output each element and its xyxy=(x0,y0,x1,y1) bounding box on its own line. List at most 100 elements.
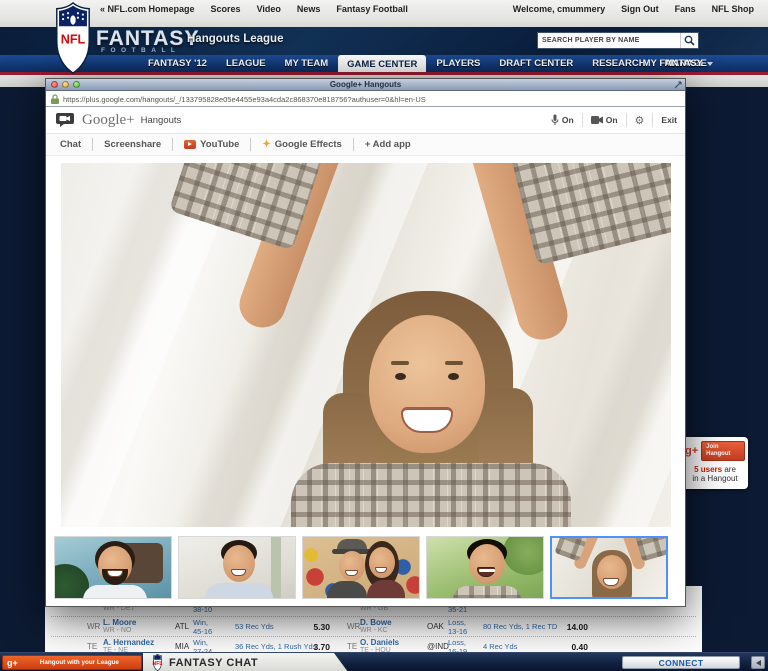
gplus-icon: g+ xyxy=(685,445,698,457)
divider xyxy=(92,138,93,151)
hangout-users-count: 5 users are xyxy=(685,465,745,474)
join-hangout-card: g+ Join Hangout 5 users are in a Hangout xyxy=(682,437,748,489)
browser-url-bar[interactable]: https://plus.google.com/hangouts/_/13379… xyxy=(46,92,685,107)
player-name-link[interactable]: D. Bowe xyxy=(360,618,392,627)
search-input[interactable] xyxy=(538,33,680,48)
fantasy-chat-tab[interactable]: NFL FANTASY CHAT xyxy=(143,653,348,671)
link-fans[interactable]: Fans xyxy=(675,4,696,27)
result-score[interactable]: 13-16 xyxy=(448,627,467,636)
player-sub: WR - KC xyxy=(360,627,388,634)
nav-draft-center[interactable]: DRAFT CENTER xyxy=(499,58,573,69)
hangout-tab-bar: Chat Screenshare YouTube Google Effects … xyxy=(46,133,685,156)
camera-status-label: On xyxy=(606,115,618,125)
settings-gear-icon[interactable] xyxy=(635,114,645,127)
participant-thumbnail-2[interactable] xyxy=(178,536,296,599)
exit-button[interactable]: Exit xyxy=(661,115,677,125)
participant-filmstrip xyxy=(46,534,685,601)
tab-screenshare[interactable]: Screenshare xyxy=(104,139,161,150)
tab-add-app[interactable]: + Add app xyxy=(365,139,411,150)
google-plus-logo[interactable]: Google+ xyxy=(82,112,135,129)
fantasy-chat-label: FANTASY CHAT xyxy=(169,657,258,669)
stats-cell: 4 Rec Yds xyxy=(483,642,517,651)
hangout-av-controls: On On Exit xyxy=(551,107,677,133)
search-icon xyxy=(684,35,695,46)
url-text: https://plus.google.com/hangouts/_/13379… xyxy=(63,95,426,104)
connect-button[interactable]: CONNECT xyxy=(622,656,740,669)
main-video-feed[interactable] xyxy=(61,163,671,527)
link-scores[interactable]: Scores xyxy=(211,4,241,27)
utility-bar: « NFL.com Homepage Scores Video News Fan… xyxy=(0,0,768,27)
participant-thumbnail-1[interactable] xyxy=(54,536,172,599)
player-name-link[interactable]: L. Moore xyxy=(103,618,136,627)
nfl-fantasy-page: « NFL.com Homepage Scores Video News Fan… xyxy=(0,0,768,671)
window-title: Google+ Hangouts xyxy=(46,80,685,89)
result-cell[interactable]: Loss, xyxy=(448,638,466,647)
nav-league[interactable]: LEAGUE xyxy=(226,58,266,69)
nav-fantasy-12[interactable]: FANTASY '12 xyxy=(148,58,207,69)
opponent-cell: ATL xyxy=(175,622,189,631)
divider xyxy=(582,113,583,127)
points-cell: 14.00 xyxy=(546,622,588,632)
svg-text:NFL: NFL xyxy=(61,32,86,46)
result-cell[interactable]: Loss, xyxy=(448,618,466,627)
users-count-text: are xyxy=(724,465,736,474)
link-nfl-homepage[interactable]: « NFL.com Homepage xyxy=(100,4,195,27)
position-cell: WR xyxy=(347,622,360,631)
resize-icon[interactable] xyxy=(674,81,682,89)
youtube-icon xyxy=(184,140,196,149)
nfl-shield-logo[interactable]: NFL xyxy=(55,2,91,74)
tab-google-effects[interactable]: Google Effects xyxy=(262,139,341,150)
my-fantasy-label: MY FANTASY xyxy=(643,58,703,69)
hangout-app-bar: Google+ Hangouts On On xyxy=(46,107,685,133)
link-nfl-shop[interactable]: NFL Shop xyxy=(712,4,754,27)
tab-youtube[interactable]: YouTube xyxy=(184,139,239,150)
participant-thumbnail-self[interactable] xyxy=(550,536,668,599)
nav-my-fantasy[interactable]: MY FANTASY xyxy=(643,58,713,69)
nav-research[interactable]: RESEARCH xyxy=(592,58,645,69)
hangout-with-league-button[interactable]: g+ Hangout with your League xyxy=(2,655,142,670)
result-cell[interactable]: Win, xyxy=(193,638,208,647)
fantasy-brand-subtitle: FOOTBALL xyxy=(101,47,180,54)
utility-links-left: « NFL.com Homepage Scores Video News Fan… xyxy=(100,4,408,27)
nfl-shield-small-icon: NFL xyxy=(151,654,164,671)
participant-thumbnail-4[interactable] xyxy=(426,536,544,599)
tab-youtube-label: YouTube xyxy=(200,139,239,150)
player-name-link[interactable]: A. Hernandez xyxy=(103,638,154,647)
participant-thumbnail-3[interactable] xyxy=(302,536,420,599)
lock-icon xyxy=(51,94,59,104)
hangouts-app-icon xyxy=(56,113,74,127)
tab-chat[interactable]: Chat xyxy=(60,139,81,150)
result-cell[interactable]: Win, xyxy=(193,618,208,627)
microphone-toggle[interactable]: On xyxy=(551,114,574,126)
tab-google-effects-label: Google Effects xyxy=(275,139,342,150)
footer-chat-bar: g+ Hangout with your League NFL FANTASY … xyxy=(0,652,768,671)
link-news[interactable]: News xyxy=(297,4,321,27)
points-cell: 0.40 xyxy=(546,642,588,652)
camera-toggle[interactable]: On xyxy=(591,115,618,125)
result-score[interactable]: 45-16 xyxy=(193,627,212,636)
video-subject xyxy=(509,163,671,266)
microphone-icon xyxy=(551,114,559,126)
users-count-number: 5 users xyxy=(694,465,722,474)
link-fantasy-football[interactable]: Fantasy Football xyxy=(336,4,408,27)
search-button[interactable] xyxy=(680,33,698,48)
sparkle-icon xyxy=(262,139,270,150)
nav-players[interactable]: PLAYERS xyxy=(436,58,480,69)
position-cell: TE xyxy=(347,642,357,651)
hangout-with-league-label: Hangout with your League xyxy=(22,659,137,666)
divider xyxy=(626,113,627,127)
player-search xyxy=(537,32,699,49)
nav-my-team[interactable]: MY TEAM xyxy=(285,58,329,69)
hangout-window: Google+ Hangouts https://plus.google.com… xyxy=(45,78,686,607)
row-divider xyxy=(51,636,696,637)
divider xyxy=(652,113,653,127)
collapse-chat-button[interactable] xyxy=(751,656,765,669)
divider xyxy=(172,138,173,151)
divider xyxy=(250,138,251,151)
join-hangout-button[interactable]: Join Hangout xyxy=(701,441,745,461)
player-name-link[interactable]: O. Daniels xyxy=(360,638,399,647)
link-sign-out[interactable]: Sign Out xyxy=(621,4,659,27)
hangouts-product-label: Hangouts xyxy=(141,115,182,126)
link-video[interactable]: Video xyxy=(257,4,281,27)
points-cell: 5.30 xyxy=(288,622,330,632)
